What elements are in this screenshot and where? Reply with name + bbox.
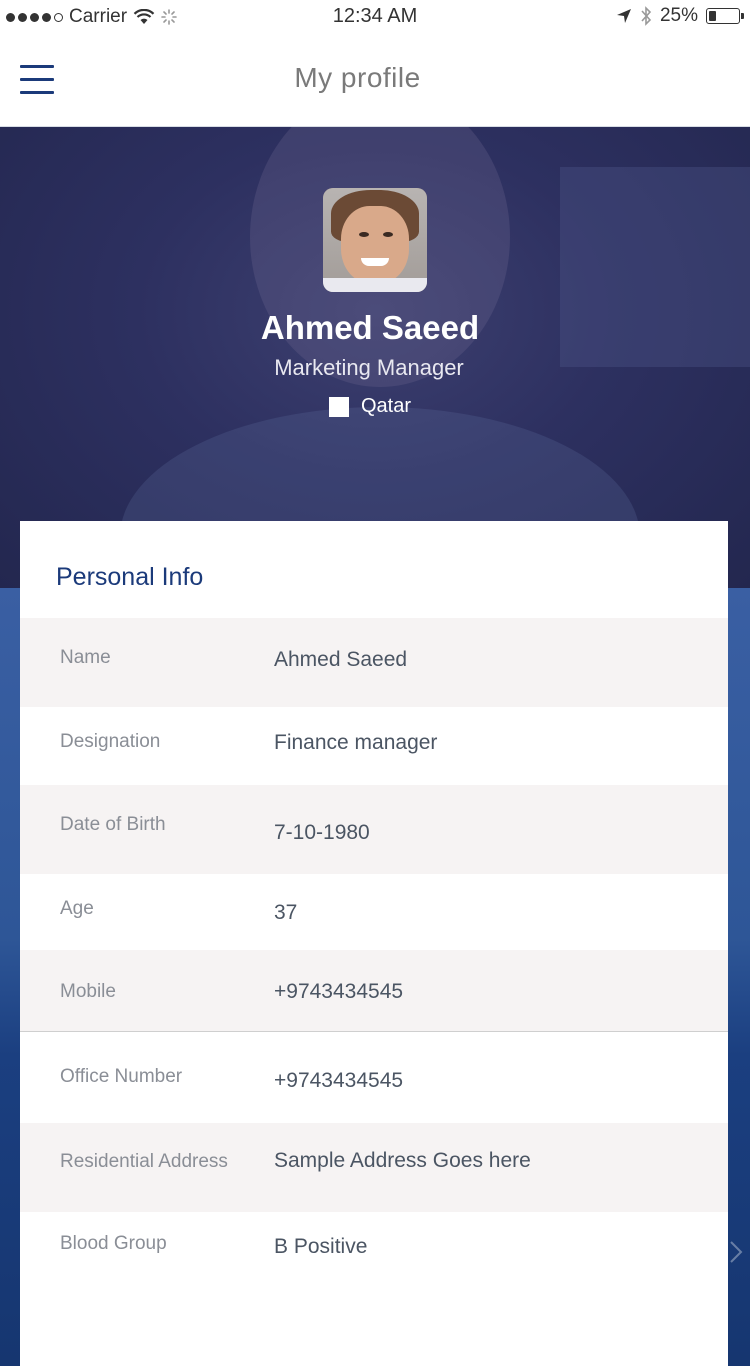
info-value: 7-10-1980 xyxy=(274,821,370,844)
status-bar: Carrier 12:34 AM 25% xyxy=(0,0,750,36)
info-label: Mobile xyxy=(60,981,116,1002)
location-arrow-icon xyxy=(616,9,631,23)
info-label: Designation xyxy=(60,731,161,752)
battery-percent: 25% xyxy=(659,5,698,26)
battery-level xyxy=(709,11,716,21)
info-row-residential-address: Residential Address Sample Address Goes … xyxy=(20,1123,728,1212)
navigation-bar: My profile xyxy=(0,36,750,127)
info-row-name: Name Ahmed Saeed xyxy=(20,618,728,707)
info-value: Finance manager xyxy=(274,731,438,754)
avatar[interactable] xyxy=(323,188,427,292)
page-title: My profile xyxy=(294,62,421,93)
info-value: Ahmed Saeed xyxy=(274,648,408,671)
info-label: Residential Address xyxy=(60,1151,228,1172)
profile-role: Marketing Manager xyxy=(274,355,464,380)
info-label: Age xyxy=(60,898,94,919)
status-right: 25% xyxy=(616,5,744,27)
info-label: Blood Group xyxy=(60,1233,167,1254)
bluetooth-icon xyxy=(641,6,652,26)
info-row-office-number: Office Number +9743434545 xyxy=(20,1039,728,1123)
flag-icon xyxy=(328,396,349,417)
info-value: Sample Address Goes here xyxy=(274,1149,531,1172)
info-row-age: Age 37 xyxy=(20,874,728,950)
info-row-date-of-birth: Date of Birth 7-10-1980 xyxy=(20,785,728,874)
chevron-right-icon[interactable] xyxy=(728,1240,744,1264)
info-label: Date of Birth xyxy=(60,814,166,835)
profile-name: Ahmed Saeed xyxy=(260,309,480,346)
profile-country: Qatar xyxy=(0,395,740,418)
info-value: 37 xyxy=(274,901,298,924)
country-label: Qatar xyxy=(360,395,412,417)
profile-header: Ahmed Saeed Marketing Manager Qatar xyxy=(0,127,750,588)
battery-icon xyxy=(706,8,744,24)
info-value: B Positive xyxy=(274,1235,368,1258)
info-row-mobile: Mobile +9743434545 xyxy=(20,950,728,1032)
info-row-designation: Designation Finance manager xyxy=(20,707,728,785)
info-value: +9743434545 xyxy=(274,1069,404,1092)
info-label: Name xyxy=(60,647,111,668)
info-row-blood-group: Blood Group B Positive xyxy=(20,1212,728,1292)
info-label: Office Number xyxy=(60,1066,183,1087)
info-value: +9743434545 xyxy=(274,980,404,1003)
personal-info-card: Personal Info Name Ahmed Saeed Designati… xyxy=(20,521,728,1366)
section-title: Personal Info xyxy=(56,563,204,591)
